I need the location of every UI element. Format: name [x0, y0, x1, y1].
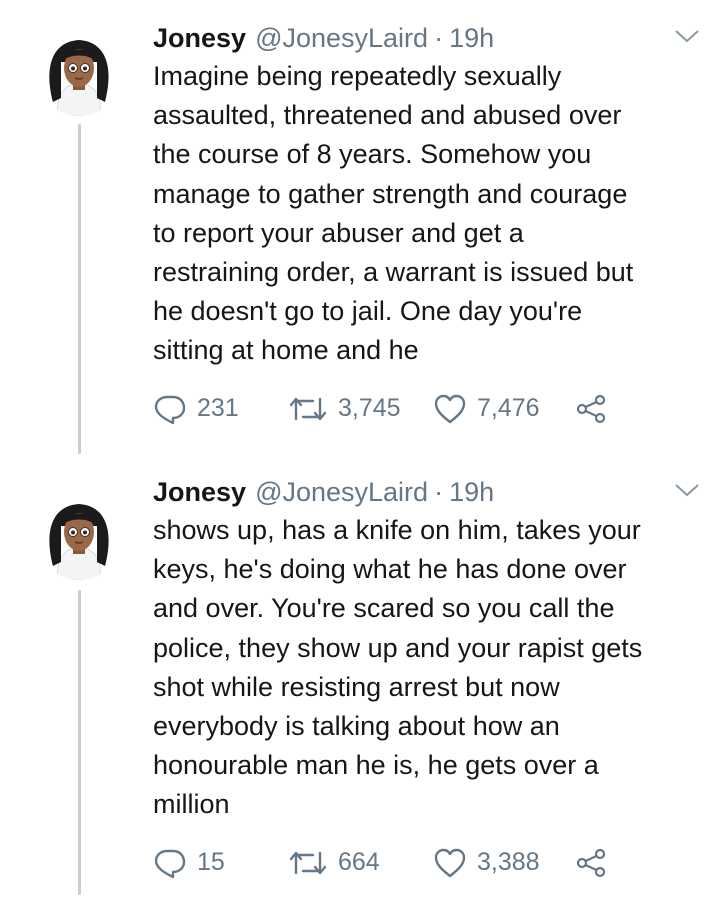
user-handle[interactable]: @JonesyLaird [255, 474, 428, 510]
tweet-text-line: Imagine being repeatedly sexually [153, 61, 562, 91]
tweet-text-line: manage to gather strength and courage [153, 178, 628, 209]
retweet-count: 664 [338, 848, 380, 877]
timestamp[interactable]: 19h [449, 20, 494, 56]
timestamp[interactable]: 19h [449, 474, 494, 510]
share-icon [576, 848, 606, 877]
retweet-button[interactable]: 3,745 [288, 392, 433, 426]
tweet-text-line: sitting at home and he [153, 335, 419, 366]
tweet-text-line: and over. You're scared so you call the [153, 593, 615, 624]
tweet-text-line: the course of 8 years. Somehow you [153, 139, 592, 170]
reply-button[interactable]: 15 [153, 846, 288, 880]
tweet-text-line: shows up, has a knife on him, takes your [153, 515, 641, 545]
reply-button[interactable]: 231 [153, 392, 288, 426]
reply-count: 231 [197, 394, 239, 423]
tweet-text-line: police, they show up and your rapist get… [153, 632, 643, 663]
retweet-icon [289, 851, 327, 874]
retweet-icon [289, 397, 327, 420]
separator: · [434, 477, 444, 507]
tweet-text-line: million [153, 789, 230, 820]
like-button[interactable]: 3,388 [433, 846, 575, 880]
display-name[interactable]: Jonesy [153, 20, 246, 56]
heart-icon [434, 848, 466, 877]
heart-icon [434, 394, 466, 423]
reply-icon [154, 395, 186, 424]
tweet-actions: 231 3,745 7,476 [153, 389, 701, 429]
display-name[interactable]: Jonesy [153, 474, 246, 510]
separator: · [434, 23, 444, 53]
bitmoji-avatar-icon [43, 40, 115, 116]
share-button[interactable] [575, 847, 607, 879]
chevron-down-icon[interactable] [673, 26, 701, 46]
bitmoji-avatar-icon [43, 504, 115, 580]
tweet-text-line: assaulted, threatened and abused over [153, 100, 622, 131]
tweet-text-line: everybody is talking about how an [153, 711, 560, 742]
tweet-text: Imagine being repeatedly sexually assaul… [153, 57, 701, 371]
tweet-actions: 15 664 3,388 [153, 843, 701, 883]
like-count: 7,476 [477, 394, 540, 423]
tweet-text-line: he doesn't go to jail. One day you're [153, 296, 583, 327]
reply-count: 15 [197, 848, 225, 877]
thread-line [78, 590, 81, 895]
avatar[interactable] [37, 496, 121, 580]
thread-line [78, 124, 81, 454]
chevron-down-icon[interactable] [673, 480, 701, 500]
tweet-text-line: honourable man he is, he gets over a [153, 750, 599, 781]
tweet-text-line: to report your abuser and get a [153, 217, 524, 248]
avatar[interactable] [37, 32, 121, 116]
tweet-text-line: shot while resisting arrest but now [153, 671, 560, 702]
like-button[interactable]: 7,476 [433, 392, 575, 426]
retweet-button[interactable]: 664 [288, 846, 433, 880]
user-handle[interactable]: @JonesyLaird [255, 20, 428, 56]
tweet-header: Jonesy @JonesyLaird · 19h [153, 474, 701, 510]
like-count: 3,388 [477, 848, 540, 877]
tweet-header: Jonesy @JonesyLaird · 19h [153, 20, 701, 56]
share-button[interactable] [575, 393, 607, 425]
tweet-text-line: keys, he's doing what he has done over [153, 554, 627, 585]
reply-icon [154, 849, 186, 878]
share-icon [576, 394, 606, 423]
tweet-text: shows up, has a knife on him, takes your… [153, 511, 701, 825]
retweet-count: 3,745 [338, 394, 401, 423]
tweet-text-line: restraining order, a warrant is issued b… [153, 257, 634, 288]
